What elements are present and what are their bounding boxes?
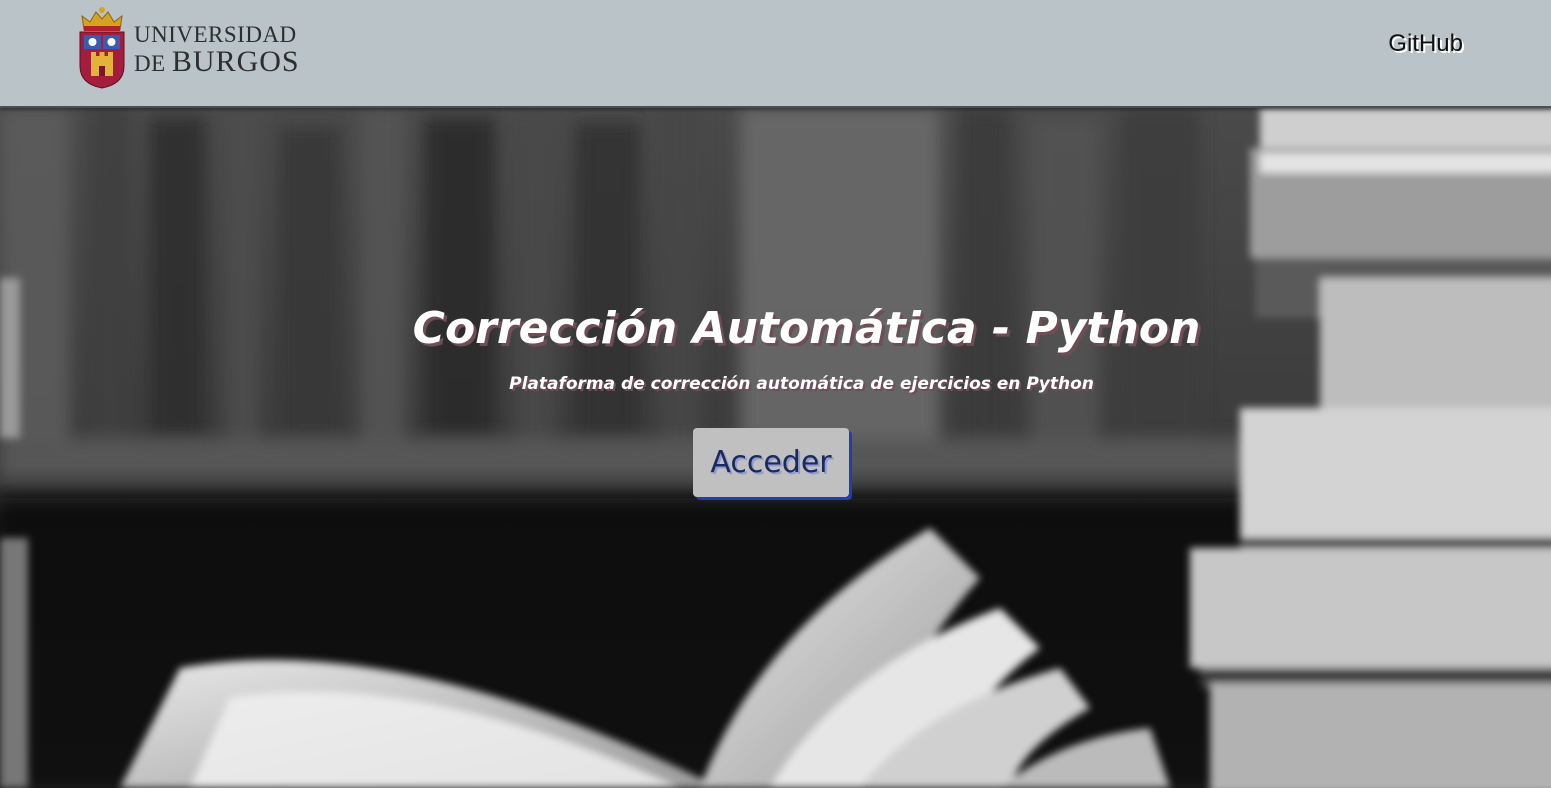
navbar: UNIVERSIDAD DE BURGOS GitHub: [0, 0, 1551, 108]
hero-section: Corrección Automática - Python Plataform…: [0, 108, 1551, 788]
university-name-main: BURGOS: [171, 45, 300, 78]
hero-subtitle: Plataforma de corrección automática de e…: [509, 374, 1094, 394]
hero-content: Corrección Automática - Python Plataform…: [0, 108, 1551, 788]
github-link[interactable]: GitHub: [1388, 30, 1463, 58]
university-name: UNIVERSIDAD DE BURGOS: [134, 23, 300, 77]
university-name-line1: UNIVERSIDAD: [134, 22, 297, 47]
university-crest-icon: [79, 7, 125, 89]
university-name-line2: DE BURGOS: [134, 47, 300, 77]
hero-title: Corrección Automática - Python: [412, 303, 1201, 354]
university-name-prefix: DE: [134, 51, 166, 76]
access-button[interactable]: Acceder: [693, 428, 849, 497]
university-logo-link[interactable]: UNIVERSIDAD DE BURGOS: [76, 4, 300, 90]
